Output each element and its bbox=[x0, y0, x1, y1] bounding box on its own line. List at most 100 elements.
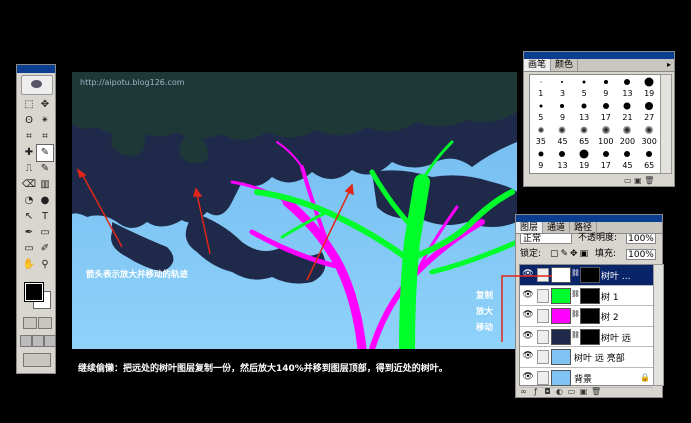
lock-label: 锁定: bbox=[520, 249, 542, 259]
brushes-titlebar[interactable] bbox=[524, 52, 674, 59]
palette-menu-icon[interactable]: ▸ bbox=[667, 60, 671, 69]
slice-icon[interactable]: ⌗ bbox=[37, 129, 53, 145]
layer-thumbnail[interactable] bbox=[551, 369, 571, 386]
jump-to-imageready-icon[interactable] bbox=[23, 353, 51, 367]
layer-link-toggle[interactable] bbox=[537, 350, 549, 364]
stamp-icon[interactable]: ⎍ bbox=[21, 161, 37, 177]
brush-preset[interactable]: 3 bbox=[552, 75, 574, 99]
brush-preset[interactable]: 5 bbox=[530, 99, 552, 123]
layer-mask-thumbnail[interactable] bbox=[580, 267, 600, 283]
brush-preset[interactable]: 21 bbox=[617, 99, 639, 123]
fill-field[interactable]: 100% bbox=[626, 249, 656, 260]
link-layers-icon[interactable]: ∞ bbox=[519, 387, 528, 396]
brush-preset[interactable]: 65 bbox=[638, 147, 660, 171]
type-icon[interactable]: T bbox=[37, 209, 53, 225]
tab-paths[interactable]: 路径 bbox=[570, 222, 598, 233]
mask-link-icon[interactable]: ⛓ bbox=[571, 290, 580, 298]
brush-preset[interactable]: 45 bbox=[552, 123, 574, 147]
side-note: 复制 放大 移动 bbox=[476, 288, 493, 336]
brush-preset[interactable]: 17 bbox=[595, 147, 617, 171]
layer-style-icon[interactable]: ƒ bbox=[531, 387, 540, 396]
blur-icon[interactable]: ◔ bbox=[21, 193, 37, 209]
adjustment-layer-icon[interactable]: ◐ bbox=[555, 387, 564, 396]
gradient-icon[interactable]: ▥ bbox=[37, 177, 53, 193]
brush-preset[interactable]: 13 bbox=[617, 75, 639, 99]
path-select-icon[interactable]: ↖ bbox=[21, 209, 37, 225]
move-icon[interactable]: ✥ bbox=[37, 97, 53, 113]
brush-size-label: 19 bbox=[644, 89, 655, 98]
brush-preset[interactable]: 200 bbox=[617, 123, 639, 147]
brush-tip-icon bbox=[539, 104, 543, 108]
layer-row[interactable]: 👁 树叶 远 亮部 bbox=[520, 347, 653, 368]
shape-icon[interactable]: ▭ bbox=[37, 225, 53, 241]
brush-preset[interactable]: 19 bbox=[573, 147, 595, 171]
opacity-field[interactable]: 100% bbox=[626, 233, 656, 244]
brush-size-label: 9 bbox=[559, 113, 566, 122]
healing-icon[interactable]: ✚ bbox=[21, 145, 37, 161]
brush-preset[interactable]: 65 bbox=[573, 123, 595, 147]
blend-mode-select[interactable]: 正常 bbox=[520, 233, 572, 244]
crop-icon[interactable]: ⌗ bbox=[21, 129, 37, 145]
add-mask-icon[interactable]: ◘ bbox=[543, 387, 552, 396]
brush-preset[interactable]: 1 bbox=[530, 75, 552, 99]
brush-preset[interactable]: 300 bbox=[638, 123, 660, 147]
quick-mask-mode-icon[interactable] bbox=[38, 317, 52, 329]
brush-preset[interactable]: 100 bbox=[595, 123, 617, 147]
mask-link-icon[interactable]: ⛓ bbox=[571, 269, 580, 277]
new-group-icon[interactable]: ▭ bbox=[567, 387, 576, 396]
screen-mode-full-menu-icon[interactable] bbox=[32, 335, 44, 347]
layer-mask-thumbnail[interactable] bbox=[580, 328, 600, 345]
screen-mode-full-icon[interactable] bbox=[44, 335, 56, 347]
foreground-color-swatch[interactable] bbox=[24, 282, 44, 302]
brush-preset[interactable]: 13 bbox=[573, 99, 595, 123]
document-canvas[interactable]: http://aipotu.blog126.com 箭头表示放大并移动的轨迹 复… bbox=[72, 72, 517, 349]
layer-name: 树叶 远 亮部 bbox=[574, 354, 625, 364]
layers-titlebar[interactable] bbox=[516, 215, 662, 222]
lock-options-icon[interactable]: ▢✎✥▣ bbox=[550, 249, 590, 260]
layer-mask-thumbnail[interactable] bbox=[580, 308, 600, 324]
brush-preset[interactable]: 45 bbox=[617, 147, 639, 171]
brush-preset[interactable]: 9 bbox=[530, 147, 552, 171]
standard-mode-icon[interactable] bbox=[23, 317, 37, 329]
brush-scrollbar[interactable] bbox=[660, 74, 672, 174]
visibility-eye-icon[interactable]: 👁 bbox=[521, 350, 535, 362]
brush-preset[interactable]: 17 bbox=[595, 99, 617, 123]
layer-mask-thumbnail[interactable] bbox=[580, 287, 600, 304]
history-brush-icon[interactable]: ✎ bbox=[37, 161, 53, 177]
magic-wand-icon[interactable]: ✴ bbox=[37, 113, 53, 129]
marquee-icon[interactable]: ⬚ bbox=[21, 97, 37, 113]
new-layer-icon[interactable]: ▣ bbox=[579, 387, 588, 396]
notes-icon[interactable]: ▭ bbox=[21, 241, 37, 257]
tab-channels[interactable]: 通道 bbox=[543, 222, 571, 233]
photoshop-logo-icon[interactable] bbox=[21, 75, 53, 95]
brush-preset[interactable]: 19 bbox=[638, 75, 660, 99]
dodge-icon[interactable]: ● bbox=[37, 193, 53, 209]
tools-titlebar[interactable] bbox=[17, 65, 55, 73]
brush-footer-icons[interactable]: ▭ ▣ 🗑 bbox=[624, 176, 654, 185]
brush-preset[interactable]: 5 bbox=[573, 75, 595, 99]
mask-link-icon[interactable]: ⛓ bbox=[571, 331, 580, 339]
hand-icon[interactable]: ✋ bbox=[21, 257, 37, 273]
layer-scrollbar[interactable] bbox=[653, 264, 664, 386]
layer-link-toggle[interactable] bbox=[537, 370, 549, 385]
brush-preset[interactable]: 27 bbox=[638, 99, 660, 123]
tab-brushes[interactable]: 画笔 bbox=[524, 59, 552, 71]
screen-mode-standard-icon[interactable] bbox=[20, 335, 32, 347]
layer-row[interactable]: 👁 背景 🔒 bbox=[520, 368, 653, 388]
tab-color[interactable]: 颜色 bbox=[551, 59, 579, 71]
brush-preset[interactable]: 13 bbox=[552, 147, 574, 171]
zoom-icon[interactable]: ⚲ bbox=[37, 257, 53, 273]
tab-layers[interactable]: 图层 bbox=[516, 222, 544, 233]
eyedropper-icon[interactable]: ✐ bbox=[37, 241, 53, 257]
layer-thumbnail[interactable] bbox=[551, 349, 571, 365]
lasso-icon[interactable]: ʘ bbox=[21, 113, 37, 129]
eraser-icon[interactable]: ⌫ bbox=[21, 177, 37, 193]
delete-layer-icon[interactable]: 🗑 bbox=[591, 387, 601, 396]
pen-icon[interactable]: ✒ bbox=[21, 225, 37, 241]
brush-preset[interactable]: 9 bbox=[552, 99, 574, 123]
visibility-eye-icon[interactable]: 👁 bbox=[521, 371, 535, 383]
brush-icon[interactable]: ✎ bbox=[36, 144, 54, 162]
brush-preset[interactable]: 9 bbox=[595, 75, 617, 99]
mask-link-icon[interactable]: ⛓ bbox=[571, 310, 580, 318]
brush-preset[interactable]: 35 bbox=[530, 123, 552, 147]
